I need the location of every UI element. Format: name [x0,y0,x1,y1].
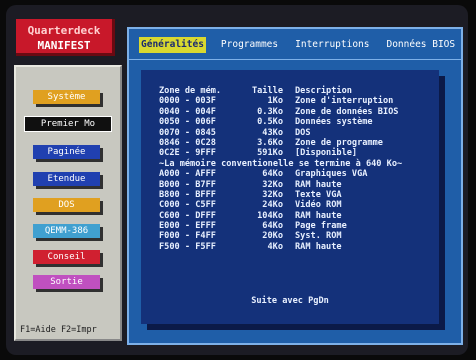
cell-desc: RAM haute [295,210,342,221]
sidebar-item-sortie[interactable]: Sortie [33,275,100,289]
cell-size: 1Ko [267,96,283,107]
cell-desc: Zone de données BIOS [295,106,399,117]
table-row: 0846 - 0C28 3.6Ko Zone de programme [159,138,439,148]
sidebar-item-systeme[interactable]: Système [33,90,100,104]
table-row: E000 - EFFF 64Ko Page frame [159,221,439,231]
help-hint: F1=Aide F2=Impr [20,325,97,335]
cell-zone: C600 - DFFF [159,210,216,221]
table-row: 0050 - 006F 0.5Ko Données système [159,117,439,127]
tab-divider [129,59,461,60]
sidebar-item-etendue[interactable]: Etendue [33,172,100,186]
table-row: C600 - DFFF 104Ko RAM haute [159,211,439,221]
cell-desc: RAM haute [295,241,342,252]
table-row: C000 - C5FF 24Ko Vidéo ROM [159,200,439,210]
table-row: F000 - F4FF 20Ko Syst. ROM [159,231,439,241]
cell-zone: E000 - EFFF [159,221,216,232]
header-zone: Zone de mém. [159,86,222,96]
cell-size: 32Ko [262,179,283,190]
cell-size: 64Ko [262,169,283,180]
table-row: B800 - BFFF 32Ko Texte VGA [159,190,439,200]
cell-desc: Syst. ROM [295,231,342,242]
monitor-screen: Quarterdeck MANIFEST Système Premier Mo … [6,5,468,355]
memory-rows-low: 0000 - 003F 1Ko Zone d'interruption 0040 - … [159,96,439,158]
table-row: 0070 - 0845 43Ko DOS [159,128,439,138]
cell-size: 32Ko [262,189,283,200]
sidebar-item-premier-mo[interactable]: Premier Mo [24,116,112,132]
cell-zone: A000 - AFFF [159,169,216,180]
table-row: 0C2E - 9FFF 591Ko [Disponible] [159,148,439,158]
tab-donnees-bios[interactable]: Données BIOS [384,37,457,53]
cell-zone: 0070 - 0845 [159,127,216,138]
sidebar-item-qemm[interactable]: QEMM-386 [33,224,100,238]
cell-size: 0.3Ko [257,106,283,117]
cell-size: 24Ko [262,200,283,211]
tab-generalites[interactable]: Généralités [139,37,206,53]
sidebar-menu: Système Premier Mo Paginée Etendue DOS Q… [14,65,122,341]
cell-size: 0.5Ko [257,117,283,128]
cell-zone: 0846 - 0C28 [159,137,216,148]
header-description: Description [295,86,352,96]
cell-desc: Texte VGA [295,189,342,200]
memory-map-panel: Zone de mém. Taille Description 0000 - 0… [141,70,439,324]
table-header: Zone de mém. Taille Description [159,86,439,96]
cell-zone: F500 - F5FF [159,241,216,252]
cell-desc: Graphiques VGA [295,169,368,180]
cell-zone: F000 - F4FF [159,231,216,242]
cell-desc: Zone d'interruption [295,96,394,107]
logo-line2: MANIFEST [37,39,91,52]
main-panel: Généralités Programmes Interruptions Don… [127,27,463,345]
memory-rows-high: A000 - AFFF 64Ko Graphiques VGA B000 - B7FF… [159,169,439,252]
cell-size: 3.6Ko [257,137,283,148]
cell-zone: 0040 - 004F [159,106,216,117]
table-row: B000 - B7FF 32Ko RAM haute [159,180,439,190]
sidebar-item-dos[interactable]: DOS [33,198,100,212]
cell-zone: C000 - C5FF [159,200,216,211]
logo-line1: Quarterdeck [27,24,101,37]
sidebar-item-conseil[interactable]: Conseil [33,250,100,264]
cell-size: 591Ko [257,148,283,159]
cell-desc: Page frame [295,221,347,232]
cell-zone: B000 - B7FF [159,179,216,190]
cell-zone: 0050 - 006F [159,117,216,128]
cell-zone: 0000 - 003F [159,96,216,107]
pgdn-hint: Suite avec PgDn [251,296,329,306]
tab-programmes[interactable]: Programmes [219,37,280,53]
cell-zone: 0C2E - 9FFF [159,148,216,159]
cell-desc: Zone de programme [295,137,383,148]
tab-bar: Généralités Programmes Interruptions Don… [129,37,461,53]
tab-interruptions[interactable]: Interruptions [293,37,371,53]
cell-desc: RAM haute [295,179,342,190]
header-size: Taille [251,86,283,96]
table-row: A000 - AFFF 64Ko Graphiques VGA [159,169,439,179]
cell-desc: [Disponible] [295,148,358,159]
table-row: F500 - F5FF 4Ko RAM haute [159,242,439,252]
sidebar-item-paginee[interactable]: Paginée [33,145,100,159]
cell-size: 104Ko [257,210,283,221]
cell-desc: Données système [295,117,373,128]
table-row: 0040 - 004F 0.3Ko Zone de données BIOS [159,107,439,117]
cell-size: 20Ko [262,231,283,242]
cell-size: 64Ko [262,221,283,232]
cell-desc: DOS [295,127,311,138]
cell-zone: B800 - BFFF [159,189,216,200]
cell-desc: Vidéo ROM [295,200,342,211]
table-row: 0000 - 003F 1Ko Zone d'interruption [159,96,439,106]
app-logo: Quarterdeck MANIFEST [16,19,115,56]
conventional-memory-notice: ~La mémoire conventionelle se termine à … [159,158,403,169]
cell-size: 43Ko [262,127,283,138]
cell-size: 4Ko [267,241,283,252]
